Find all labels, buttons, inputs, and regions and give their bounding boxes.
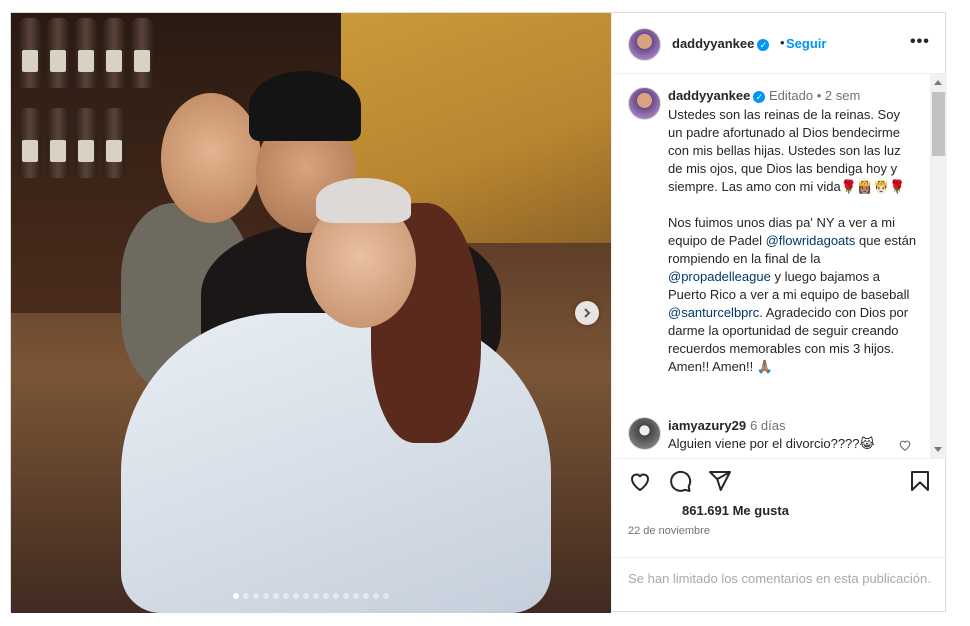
scroll-down-arrow[interactable]: [934, 447, 942, 452]
comments-scrollbar[interactable]: [930, 74, 947, 458]
comment-text: Alguien viene por el divorcio????😹: [668, 436, 875, 451]
post-photo[interactable]: [11, 13, 611, 613]
next-arrow-icon: [584, 308, 591, 318]
caption-time[interactable]: 2 sem: [825, 88, 860, 103]
carousel-dot: [333, 593, 339, 599]
caption-paragraph-1: Ustedes son las reinas de la reinas. Soy…: [668, 107, 906, 194]
carousel-dot: [323, 593, 329, 599]
scroll-thumb[interactable]: [932, 92, 945, 156]
carousel-dot: [363, 593, 369, 599]
verified-icon: ✓: [753, 90, 766, 103]
carousel-dots: [11, 593, 611, 599]
carousel-dot: [343, 593, 349, 599]
commenter-avatar[interactable]: [628, 417, 661, 450]
carousel-dot: [233, 593, 239, 599]
carousel-dot: [353, 593, 359, 599]
share-icon[interactable]: [708, 469, 732, 493]
carousel-dot: [373, 593, 379, 599]
caption-header: daddyyankee ✓ Editado • 2 sem: [668, 88, 923, 103]
post-frame: daddyyankee ✓ • Seguir ••• daddyyankee ✓ E…: [10, 12, 947, 613]
carousel-dot: [243, 593, 249, 599]
header-separator: •: [780, 35, 785, 50]
caption-avatar[interactable]: [628, 87, 661, 120]
scroll-up-arrow[interactable]: [934, 80, 942, 85]
verified-icon: ✓: [757, 38, 770, 51]
caption-paragraph-2: Nos fuimos unos dias pa' NY a ver a mi e…: [668, 215, 920, 374]
carousel-dot: [263, 593, 269, 599]
next-photo-button[interactable]: [575, 301, 599, 325]
comment-icon[interactable]: [668, 469, 692, 493]
carousel-dot: [273, 593, 279, 599]
mention-link[interactable]: @santurcelbprc: [668, 305, 759, 320]
carousel-dot: [303, 593, 309, 599]
comments-list[interactable]: daddyyankee ✓ Editado • 2 sem Ustedes son…: [612, 74, 932, 458]
comment-heart-icon[interactable]: [898, 438, 912, 452]
carousel-dot: [313, 593, 319, 599]
caption-username[interactable]: daddyyankee: [668, 88, 750, 103]
post-date[interactable]: 22 de noviembre: [628, 525, 710, 537]
carousel-dot: [383, 593, 389, 599]
avatar[interactable]: [628, 28, 661, 61]
likes-count[interactable]: 861.691 Me gusta: [682, 503, 789, 518]
edited-label: Editado: [769, 88, 814, 103]
caption-separator: •: [816, 88, 822, 103]
carousel-dot: [283, 593, 289, 599]
more-icon[interactable]: •••: [910, 33, 930, 51]
heart-icon[interactable]: [628, 469, 652, 493]
caption-text: Ustedes son las reinas de la reinas. Soy…: [668, 106, 918, 376]
follow-button[interactable]: Seguir: [786, 36, 826, 51]
post-header: daddyyankee ✓ • Seguir •••: [612, 13, 947, 74]
comment-time[interactable]: 6 días: [750, 418, 785, 433]
carousel-dot: [293, 593, 299, 599]
post-side-panel: daddyyankee ✓ • Seguir ••• daddyyankee ✓ E…: [611, 13, 947, 611]
author-username[interactable]: daddyyankee ✓: [672, 36, 770, 51]
carousel-dot: [253, 593, 259, 599]
commenter-username[interactable]: iamyazury29 6 días: [668, 418, 785, 433]
bookmark-icon[interactable]: [908, 469, 932, 493]
mention-link[interactable]: @propadelleague: [668, 269, 771, 284]
comments-limited-notice: Se han limitado los comentarios en esta …: [612, 557, 947, 588]
mention-link[interactable]: @flowridagoats: [766, 233, 856, 248]
